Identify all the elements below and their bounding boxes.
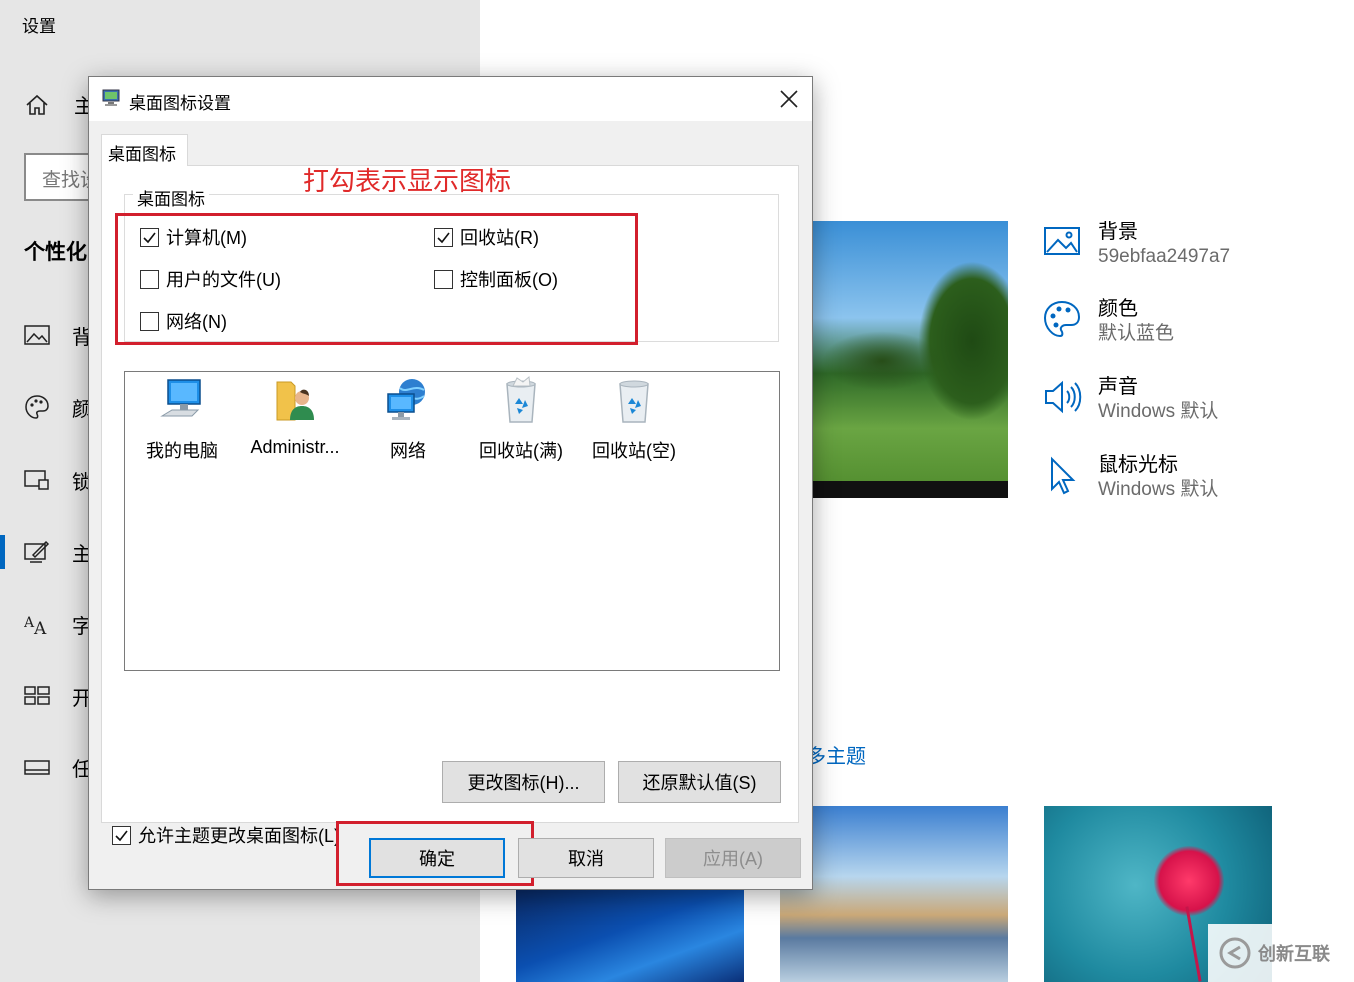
home-icon [26, 94, 48, 115]
checkbox-box[interactable] [112, 825, 131, 845]
close-icon[interactable] [778, 88, 800, 110]
font-icon: AA [24, 615, 47, 636]
checkbox-label: 允许主题更改桌面图标(L) [138, 826, 340, 846]
theme-prop-cursor[interactable]: 鼠标光标 Windows 默认 [1042, 453, 1218, 503]
theme-prop-title: 声音 [1098, 376, 1138, 398]
sidebar-item-background[interactable]: 背 [24, 320, 92, 350]
cancel-button[interactable]: 取消 [518, 838, 654, 878]
app-title: 设置 [22, 17, 56, 36]
theme-prop-background[interactable]: 背景 59ebfaa2497a7 [1042, 220, 1230, 270]
background-preview-image [812, 221, 1008, 498]
theme-prop-value: 默认蓝色 [1098, 323, 1175, 344]
theme-prop-color[interactable]: 颜色 默认蓝色 [1042, 297, 1174, 347]
dialog-title: 桌面图标设置 [129, 94, 231, 113]
recycle-bin-empty-icon [619, 380, 649, 423]
list-item-recycle-full[interactable]: 回收站(满) [466, 376, 576, 463]
theme-prop-sound[interactable]: 声音 Windows 默认 [1042, 375, 1218, 425]
section-title: 个性化 [24, 241, 87, 264]
monitor-app-icon [102, 89, 120, 106]
speaker-icon [1045, 380, 1082, 414]
sidebar-item-themes[interactable]: 主 [24, 537, 92, 567]
watermark: 创新互联 [1208, 924, 1354, 982]
taskbar-icon [24, 760, 50, 775]
ok-button[interactable]: 确定 [369, 838, 505, 878]
svg-text:A: A [33, 619, 47, 636]
list-item-user-files[interactable]: Administr... [240, 376, 350, 458]
user-folder-icon [276, 381, 314, 421]
icon-label: 网络 [390, 441, 426, 461]
sidebar-item-fonts[interactable]: AA 字 [24, 609, 92, 639]
group-legend: 桌面图标 [133, 185, 209, 210]
recycle-bin-full-icon [506, 376, 536, 423]
desktop-icon-settings-dialog: 桌面图标设置 桌面图标 桌面图标 计算机(M) 回收站(R) 用户的文件(U) … [88, 76, 813, 890]
apply-button[interactable]: 应用(A) [665, 838, 801, 878]
lock-screen-icon [24, 470, 49, 490]
theme-thumbnail-beach[interactable] [780, 806, 1008, 982]
annotation-box-checkboxes [115, 213, 638, 345]
start-tiles-icon [24, 686, 50, 705]
list-item-computer[interactable]: 我的电脑 [127, 376, 237, 463]
watermark-text: 创新互联 [1258, 944, 1330, 964]
palette-icon [25, 395, 49, 419]
checkbox-allow-themes[interactable]: 允许主题更改桌面图标(L) [112, 822, 340, 848]
sidebar-item-taskbar[interactable]: 任 [24, 752, 92, 782]
image-icon [1044, 227, 1080, 255]
icon-label: 我的电脑 [146, 441, 218, 461]
theme-prop-value: 59ebfaa2497a7 [1098, 246, 1231, 267]
sidebar-item-lock-screen[interactable]: 锁 [24, 465, 92, 495]
annotation-text: 打勾表示显示图标 [303, 166, 512, 196]
icon-label: Administr... [250, 437, 340, 457]
nav-home[interactable]: 主 [24, 90, 94, 119]
tab-desktop-icons[interactable]: 桌面图标 [101, 134, 188, 166]
theme-prop-title: 背景 [1098, 221, 1138, 243]
change-icon-button[interactable]: 更改图标(H)... [442, 761, 605, 803]
nav-active-indicator [0, 535, 5, 569]
theme-thumbnail-windows[interactable] [516, 890, 744, 982]
more-themes-link[interactable]: 多主题 [806, 740, 866, 769]
palette-icon [1043, 300, 1081, 338]
icon-label: 回收站(空) [592, 441, 676, 461]
theme-prop-title: 鼠标光标 [1098, 454, 1178, 476]
restore-default-button[interactable]: 还原默认值(S) [618, 761, 781, 803]
cursor-icon [1051, 456, 1076, 495]
list-item-recycle-empty[interactable]: 回收站(空) [579, 376, 689, 463]
theme-prop-title: 颜色 [1098, 298, 1138, 320]
image-icon [24, 325, 50, 345]
sidebar-item-start[interactable]: 开 [24, 681, 92, 711]
computer-icon [160, 379, 201, 417]
theme-brush-icon [24, 540, 50, 563]
dialog-titlebar[interactable]: 桌面图标设置 [89, 77, 812, 121]
icon-label: 回收站(满) [479, 441, 563, 461]
icon-preview-list[interactable]: 我的电脑 Administr... 网络 回收站(满) 回收站(空) [124, 371, 780, 671]
theme-prop-value: Windows 默认 [1098, 479, 1219, 500]
list-item-network[interactable]: 网络 [353, 376, 463, 463]
watermark-logo-icon [1219, 937, 1251, 969]
network-globe-icon [387, 379, 425, 420]
checkmark-icon [115, 830, 128, 841]
theme-prop-value: Windows 默认 [1098, 401, 1219, 422]
sidebar-item-colors[interactable]: 颜 [24, 392, 92, 422]
